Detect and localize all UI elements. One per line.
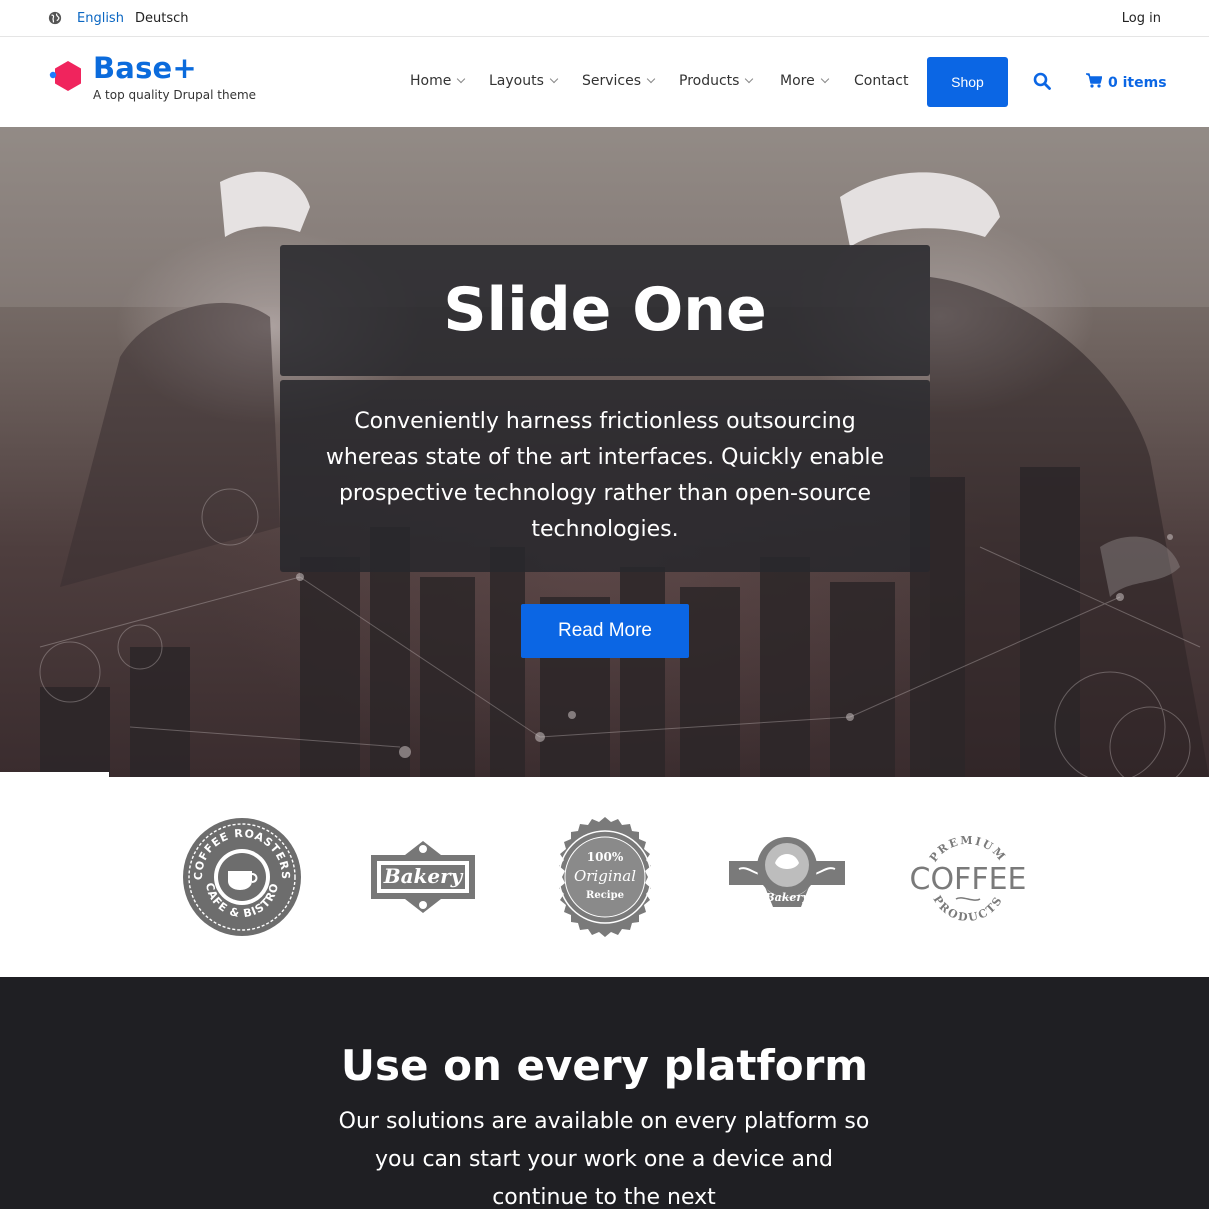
nav-label: Home (410, 73, 452, 89)
logo-text-top: PREMIUM (927, 834, 1007, 865)
site-name[interactable]: Base+ (93, 51, 197, 85)
nav-label: Products (679, 73, 740, 89)
premium-coffee-logo[interactable]: PREMIUM COFFEE PRODUCTS (906, 815, 1030, 939)
nav-label: More (780, 73, 815, 89)
language-deutsch-link[interactable]: Deutsch (135, 11, 189, 26)
globe-icon (48, 11, 62, 25)
shop-button[interactable]: Shop (927, 57, 1008, 107)
platform-text: Our solutions are available on every pla… (338, 1109, 870, 1209)
nav-item-contact[interactable]: Contact (854, 73, 908, 89)
nav-item-products[interactable]: Products (679, 73, 754, 89)
nav-item-home[interactable]: Home (410, 73, 466, 89)
login-link[interactable]: Log in (1122, 11, 1161, 26)
language-bar: English Deutsch Log in (0, 0, 1209, 37)
partner-logos: COFFEE ROASTERS CAFE & BISTRO Bakery 100… (0, 777, 1209, 977)
slide-text: Conveniently harness frictionless outsou… (325, 409, 885, 542)
svg-text:PRODUCTS: PRODUCTS (930, 893, 1005, 924)
cart-count: 0 items (1108, 75, 1167, 91)
chevron-down-icon (745, 74, 754, 84)
chevron-down-icon (457, 74, 466, 84)
language-english-link[interactable]: English (77, 11, 124, 26)
logo-text-middle: Original (574, 867, 636, 885)
read-more-button[interactable]: Read More (521, 604, 689, 658)
cart-link[interactable]: 0 items (1086, 73, 1167, 91)
logo-text-top: 100% (587, 850, 624, 864)
slide-title-box: Slide One (280, 245, 930, 376)
chevron-down-icon (549, 74, 559, 84)
original-recipe-logo[interactable]: 100% Original Recipe (543, 815, 667, 939)
bakery-ribbon-logo[interactable]: Bakery (725, 815, 849, 939)
logo-text-bottom: PRODUCTS (930, 893, 1003, 924)
slide-text-box: Conveniently harness frictionless outsou… (280, 380, 930, 572)
nav-item-layouts[interactable]: Layouts (489, 73, 559, 89)
cart-icon (1086, 73, 1102, 88)
hero-slider: Slide One Conveniently harness frictionl… (0, 127, 1209, 777)
slide-title: Slide One (443, 275, 767, 345)
search-icon[interactable] (1033, 72, 1051, 90)
chevron-down-icon (820, 74, 829, 84)
logo-text: Bakery (764, 891, 810, 904)
nav-label: Services (582, 73, 642, 89)
site-header: Base+ A top quality Drupal theme Home La… (0, 37, 1209, 127)
svg-text:PREMIUM: PREMIUM (927, 834, 1009, 865)
nav-item-more[interactable]: More (780, 73, 829, 89)
logo-text-middle: COFFEE (910, 862, 1027, 897)
site-slogan: A top quality Drupal theme (93, 88, 257, 102)
platform-section: Use on every platform Our solutions are … (0, 977, 1209, 1209)
chevron-down-icon (646, 74, 656, 84)
coffee-roasters-logo[interactable]: COFFEE ROASTERS CAFE & BISTRO (180, 815, 304, 939)
nav-label: Contact (854, 73, 909, 89)
nav-item-services[interactable]: Services (582, 73, 656, 89)
platform-title: Use on every platform (340, 1041, 869, 1090)
nav-label: Layouts (489, 73, 544, 89)
logo-text: Bakery (383, 864, 464, 888)
logo-text-bottom: Recipe (586, 890, 624, 901)
bakery-logo[interactable]: Bakery (361, 815, 485, 939)
site-logo-icon[interactable] (48, 59, 84, 95)
